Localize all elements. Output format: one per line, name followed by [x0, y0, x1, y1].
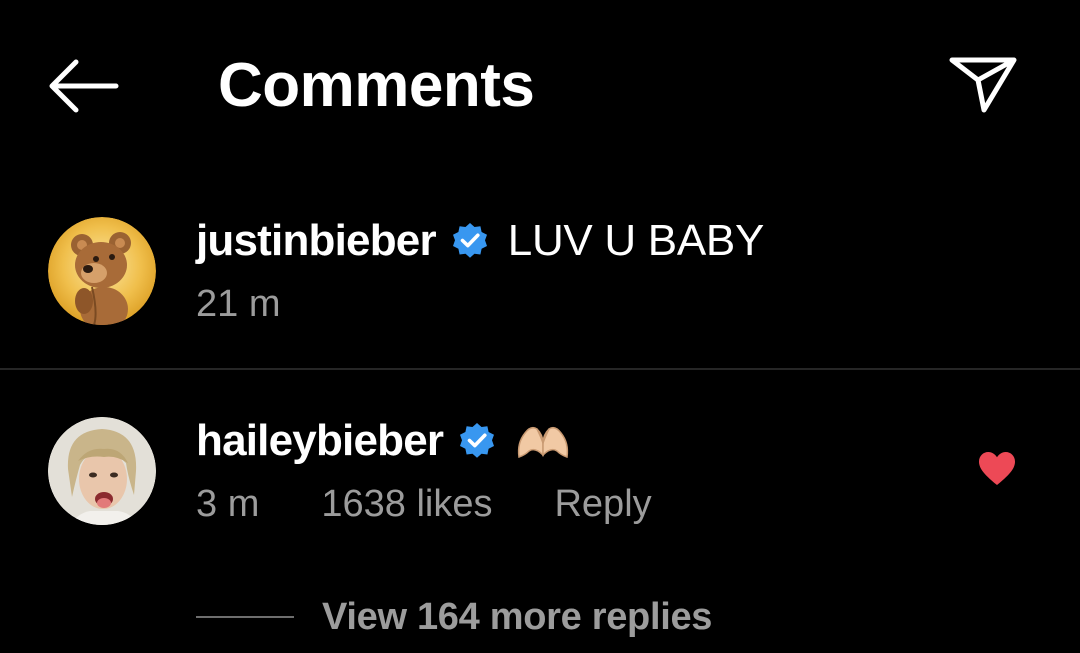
comment-meta: 3 m 1638 likes Reply — [196, 483, 714, 526]
child-photo-icon — [48, 417, 156, 525]
paper-plane-icon — [949, 57, 1017, 113]
like-button[interactable] — [978, 451, 1016, 487]
header: Comments — [0, 0, 1080, 170]
comment-item: haileybieber 3 m 1638 likes Reply — [0, 405, 1080, 545]
avatar[interactable] — [48, 417, 156, 525]
comment-meta: 21 m — [196, 283, 342, 326]
view-replies-label: View 164 more replies — [322, 595, 713, 638]
verified-badge-icon — [460, 423, 495, 458]
view-more-replies-button[interactable]: View 164 more replies — [196, 590, 712, 644]
comments-screen: Comments justinbieber LUV U BABY 21 m ha… — [0, 0, 1080, 653]
back-button[interactable] — [46, 56, 122, 116]
likes-count[interactable]: 1638 likes — [321, 483, 492, 526]
page-title: Comments — [218, 51, 535, 120]
username[interactable]: haileybieber — [196, 416, 444, 466]
replies-rule — [196, 616, 294, 618]
divider — [0, 368, 1080, 370]
arrow-left-icon — [49, 59, 119, 113]
comment-item: justinbieber LUV U BABY 21 m — [0, 205, 1080, 365]
comment-time: 21 m — [196, 283, 281, 325]
heart-filled-icon — [979, 452, 1015, 485]
comment-text: LUV U BABY — [507, 216, 765, 265]
comment-line: justinbieber LUV U BABY — [196, 211, 764, 271]
reply-button[interactable]: Reply — [554, 483, 651, 526]
comment-line: haileybieber — [196, 411, 571, 471]
avatar[interactable] — [48, 217, 156, 325]
teddy-bear-icon — [48, 217, 156, 325]
share-button[interactable] — [946, 52, 1020, 116]
username[interactable]: justinbieber — [196, 216, 437, 266]
heart-hands-emoji-icon — [518, 426, 569, 458]
verified-badge-icon — [452, 223, 487, 258]
comment-time: 3 m — [196, 483, 260, 525]
